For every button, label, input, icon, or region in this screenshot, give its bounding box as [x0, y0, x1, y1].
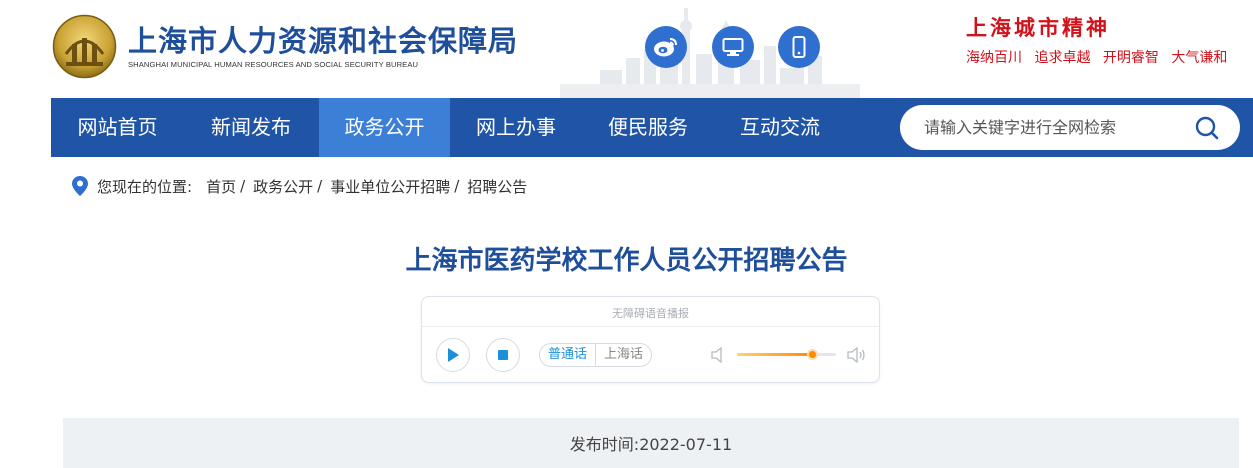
play-button[interactable] [436, 338, 470, 372]
bureau-logo[interactable] [52, 14, 117, 79]
city-spirit-phrases: 海纳百川 追求卓越 开明睿智 大气谦和 [966, 47, 1235, 67]
stop-icon [498, 350, 508, 360]
search-icon[interactable] [1194, 115, 1220, 141]
breadcrumb-label: 您现在的位置: [97, 177, 193, 196]
volume-fill [737, 353, 813, 356]
stop-button[interactable] [486, 338, 520, 372]
volume-knob[interactable] [807, 349, 819, 360]
breadcrumb-link-home[interactable]: 首页 [206, 176, 236, 197]
main-nav: 网站首页 新闻发布 政务公开 网上办事 便民服务 互动交流 [51, 98, 1253, 157]
breadcrumb: 您现在的位置: 首页 / 政务公开 / 事业单位公开招聘 / 招聘公告 [72, 175, 527, 197]
weibo-icon[interactable] [645, 26, 687, 68]
location-pin-icon [72, 176, 88, 196]
page: 上海市人力资源和社会保障局 SHANGHAI MUNICIPAL HUMAN R… [0, 0, 1253, 468]
breadcrumb-separator: / [240, 177, 246, 195]
city-spirit-title: 上海城市精神 [966, 15, 1110, 40]
mobile-icon[interactable] [778, 26, 820, 68]
spirit-phrase: 海纳百川 [966, 50, 1022, 66]
desktop-icon[interactable] [712, 26, 754, 68]
breadcrumb-separator: / [317, 177, 323, 195]
accessibility-audio-player: 无障碍语音播报 普通话 上海话 [421, 296, 880, 383]
breadcrumb-link-recruitment[interactable]: 事业单位公开招聘 [330, 176, 450, 197]
site-title[interactable]: 上海市人力资源和社会保障局 [128, 18, 518, 60]
publish-info-bar: 发布时间:2022-07-11 [63, 418, 1239, 468]
spirit-phrase: 大气谦和 [1171, 50, 1228, 66]
breadcrumb-link-gov-affairs[interactable]: 政务公开 [253, 176, 313, 197]
site-header: 上海市人力资源和社会保障局 SHANGHAI MUNICIPAL HUMAN R… [0, 0, 1253, 98]
nav-item-gov-affairs[interactable]: 政务公开 [319, 98, 450, 157]
language-toggle: 普通话 上海话 [539, 343, 653, 367]
volume-high-icon [847, 346, 865, 364]
publish-date: 发布时间:2022-07-11 [569, 435, 733, 454]
search-box [900, 105, 1240, 150]
nav-item-public-services[interactable]: 便民服务 [582, 98, 714, 157]
article-title: 上海市医药学校工作人员公开招聘公告 [405, 246, 848, 276]
nav-item-home[interactable]: 网站首页 [51, 98, 184, 157]
player-caption: 无障碍语音播报 [612, 307, 689, 320]
spirit-phrase: 开明睿智 [1102, 50, 1159, 66]
search-input[interactable] [924, 113, 1184, 142]
site-subtitle: SHANGHAI MUNICIPAL HUMAN RESOURCES AND S… [128, 60, 419, 69]
play-icon [448, 348, 459, 362]
nav-item-news[interactable]: 新闻发布 [184, 98, 318, 157]
spirit-phrase: 追求卓越 [1034, 50, 1091, 66]
lang-option-mandarin[interactable]: 普通话 [540, 344, 595, 366]
volume-slider[interactable] [737, 349, 836, 360]
breadcrumb-separator: / [454, 177, 460, 195]
nav-item-interaction[interactable]: 互动交流 [714, 98, 846, 157]
volume-low-icon [711, 346, 722, 364]
breadcrumb-link-announcement[interactable]: 招聘公告 [467, 176, 527, 197]
nav-item-online-services[interactable]: 网上办事 [450, 98, 582, 157]
lang-option-shanghainese[interactable]: 上海话 [596, 344, 651, 366]
player-divider [422, 326, 879, 327]
